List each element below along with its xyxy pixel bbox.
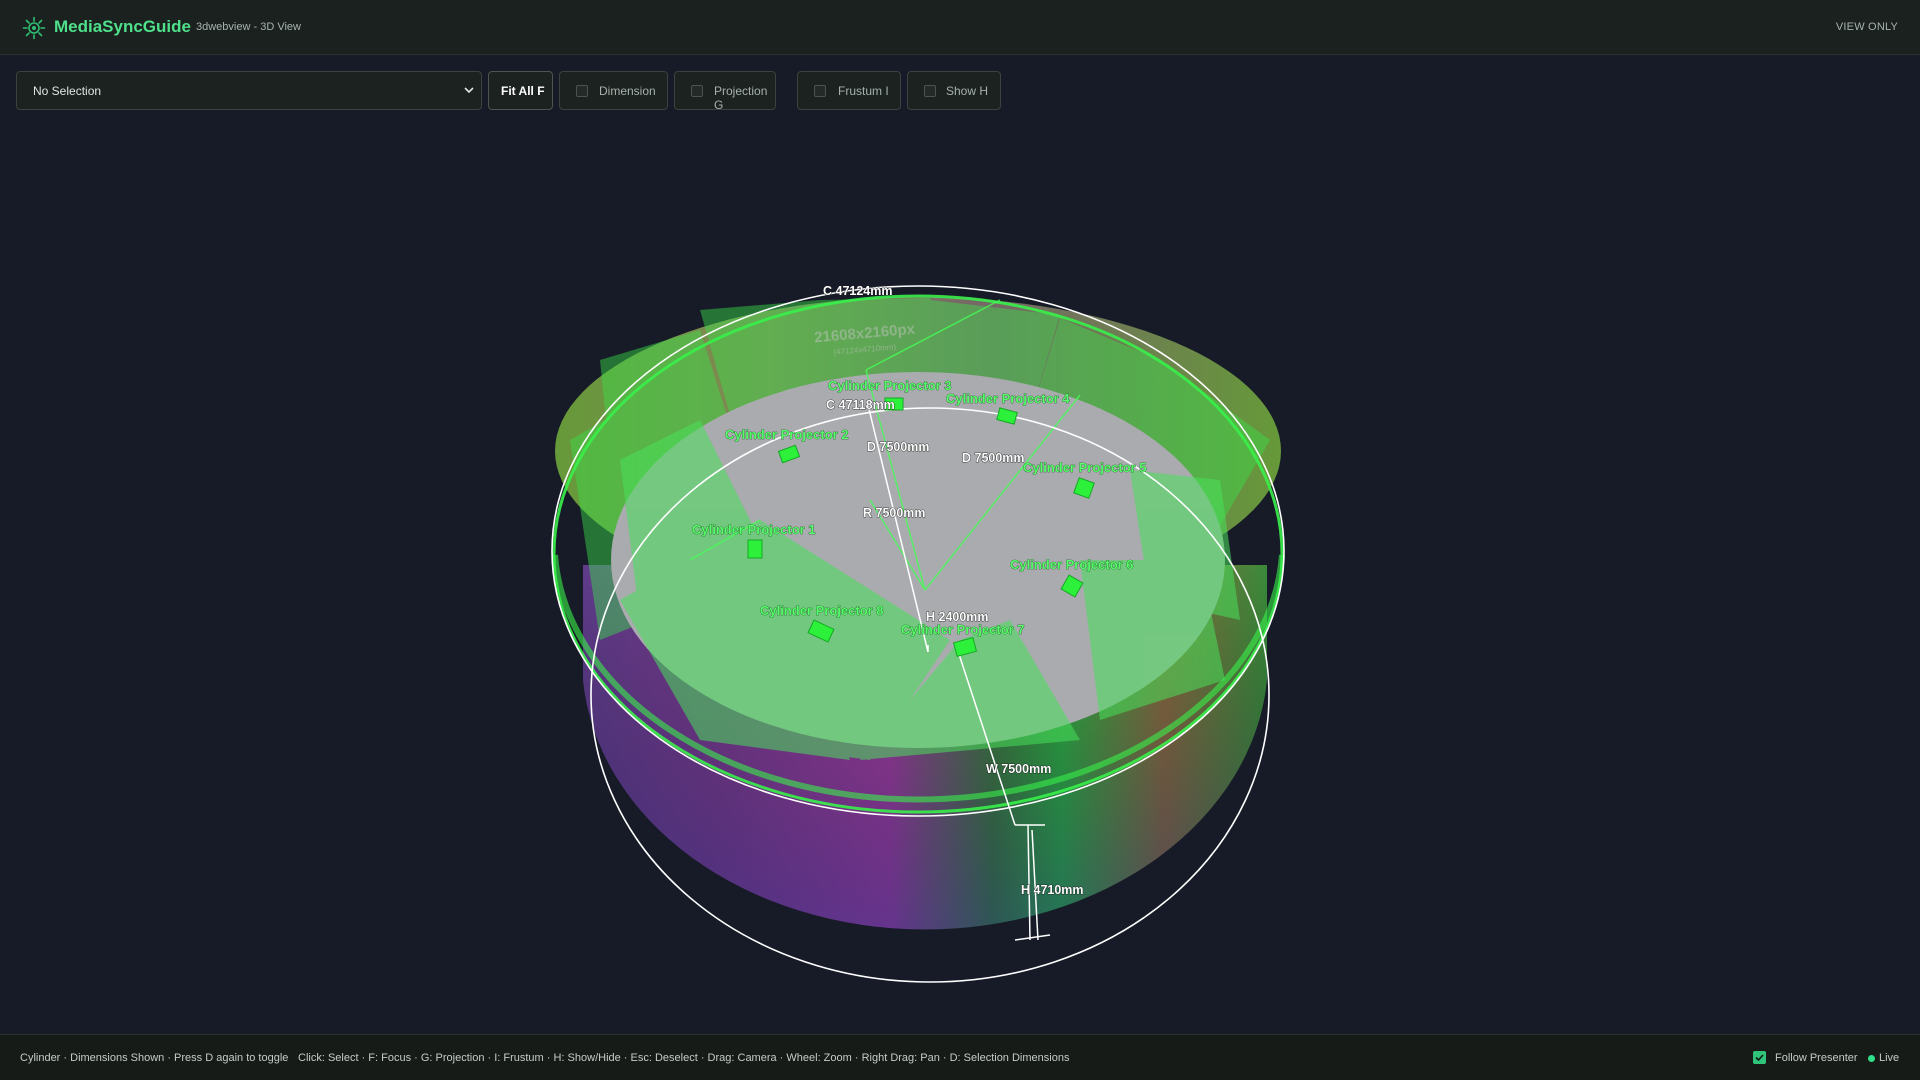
projector-1-model[interactable] bbox=[747, 539, 763, 559]
projector-8-label[interactable]: Cylinder Projector 8 bbox=[760, 603, 884, 619]
frustum-toggle-label: Frustum I bbox=[838, 84, 889, 98]
follow-presenter-label[interactable]: Follow Presenter bbox=[1775, 1052, 1858, 1064]
fit-all-label: Fit All F bbox=[501, 84, 545, 98]
projector-5-label[interactable]: Cylinder Projector 5 bbox=[1023, 460, 1147, 476]
projector-1-label[interactable]: Cylinder Projector 1 bbox=[692, 522, 816, 538]
show-toggle-label: Show H bbox=[946, 84, 989, 98]
3d-viewport[interactable]: 21608x2160px (47124x4710mm) Cylinder Pro… bbox=[0, 120, 1920, 1033]
selection-dropdown[interactable]: No Selection bbox=[16, 71, 482, 110]
outer-circumference-label: C 47124mm bbox=[823, 284, 893, 298]
status-bar: Cylinder · Dimensions Shown · Press D ag… bbox=[0, 1034, 1920, 1080]
show-checkbox[interactable] bbox=[924, 85, 936, 97]
dimension-toggle-label: Dimension bbox=[599, 84, 656, 98]
frustum-toggle[interactable]: Frustum I bbox=[797, 71, 901, 110]
dimension-checkbox[interactable] bbox=[576, 85, 588, 97]
show-toggle[interactable]: Show H bbox=[907, 71, 1001, 110]
projector-3-label[interactable]: Cylinder Projector 3 bbox=[828, 378, 952, 394]
diameter-b-label: D 7500mm bbox=[962, 451, 1025, 465]
height-inner-label: H 2400mm bbox=[926, 610, 989, 624]
view-subtitle: 3dwebview - 3D View bbox=[196, 21, 301, 33]
projector-6-label[interactable]: Cylinder Projector 6 bbox=[1010, 557, 1134, 573]
width-label: W 7500mm bbox=[986, 762, 1051, 776]
projection-toggle[interactable]: Projection G bbox=[674, 71, 776, 112]
app-header: MediaSyncGuide 3dwebview - 3D View VIEW … bbox=[0, 0, 1920, 55]
projection-toggle-label: Projection G bbox=[714, 84, 768, 112]
diameter-a-label: D 7500mm bbox=[867, 440, 930, 454]
brand-name: MediaSyncGuide bbox=[54, 17, 191, 36]
keyboard-shortcuts-help: Click: Select · F: Focus · G: Projection… bbox=[298, 1052, 1070, 1064]
chevron-down-icon bbox=[464, 87, 474, 94]
projector-7-label[interactable]: Cylinder Projector 7 bbox=[901, 622, 1025, 638]
selection-value: No Selection bbox=[33, 84, 102, 98]
follow-presenter-checkbox[interactable] bbox=[1753, 1051, 1766, 1064]
live-indicator-icon bbox=[1868, 1055, 1875, 1062]
frustum-checkbox[interactable] bbox=[814, 85, 826, 97]
radius-label: R 7500mm bbox=[863, 506, 926, 520]
projector-4-label[interactable]: Cylinder Projector 4 bbox=[946, 391, 1071, 407]
projection-checkbox[interactable] bbox=[691, 85, 703, 97]
inner-circumference-label: C 47118mm bbox=[826, 398, 895, 412]
cylinder-scene[interactable]: 21608x2160px (47124x4710mm) Cylinder Pro… bbox=[0, 120, 1920, 1033]
status-text: Cylinder · Dimensions Shown · Press D ag… bbox=[20, 1052, 289, 1064]
live-label: Live bbox=[1879, 1052, 1900, 1064]
fit-all-button[interactable]: Fit All F bbox=[488, 71, 553, 110]
logo-icon bbox=[22, 16, 46, 40]
projector-2-label[interactable]: Cylinder Projector 2 bbox=[725, 427, 849, 443]
dimension-toggle[interactable]: Dimension bbox=[559, 71, 668, 110]
height-outer-label: H 4710mm bbox=[1021, 883, 1084, 897]
view-mode-badge: VIEW ONLY bbox=[1835, 21, 1898, 33]
